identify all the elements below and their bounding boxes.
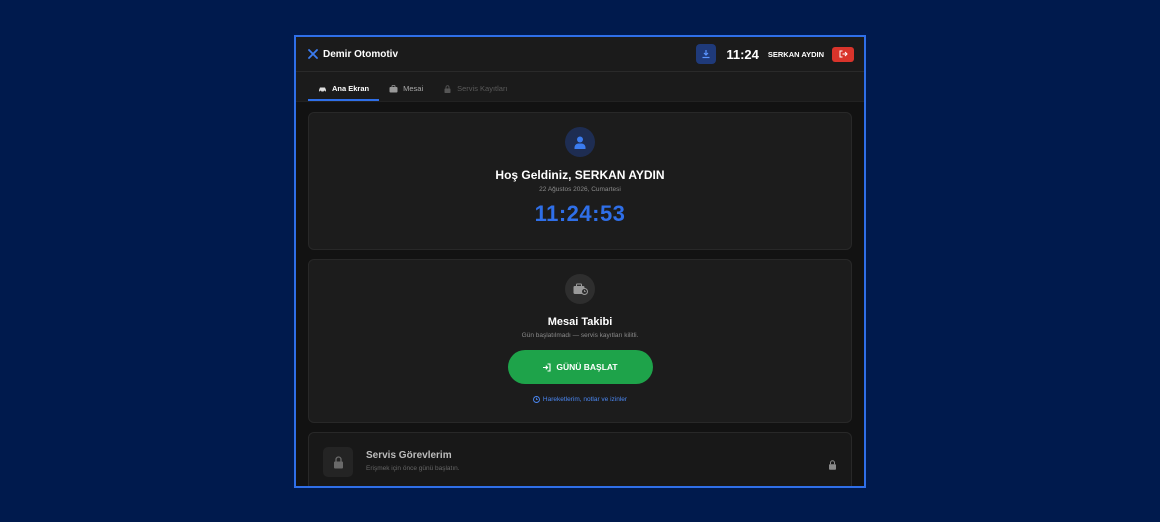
start-day-label: GÜNÜ BAŞLAT — [556, 362, 618, 372]
current-date: 22 Ağustos 2026, Cumartesi — [539, 186, 621, 193]
app-window: Demir Otomotiv 11:24 SERKAN AYDIN Ana Ek… — [294, 35, 866, 488]
lock-icon — [829, 460, 836, 470]
briefcase-clock-icon — [573, 283, 588, 295]
lock-icon — [444, 84, 451, 93]
tab-bar: Ana Ekran Mesai Servis Kayıtları — [296, 72, 864, 102]
brand-name: Demir Otomotiv — [323, 48, 399, 60]
service-tasks-card: Servis Görevlerim Erişmek için önce günü… — [308, 432, 852, 486]
car-icon — [319, 87, 326, 92]
tab-servis-kayitlari: Servis Kayıtları — [433, 84, 517, 101]
sign-in-icon — [543, 362, 551, 372]
user-name: SERKAN AYDIN — [767, 49, 824, 59]
service-text: Servis Görevlerim Erişmek için önce günü… — [366, 450, 460, 472]
avatar — [565, 127, 595, 157]
briefcase-icon — [389, 84, 398, 92]
shift-status: Gün başlatılmadı — servis kayıtları kili… — [521, 332, 639, 339]
history-icon — [532, 396, 540, 403]
brand: Demir Otomotiv — [308, 49, 398, 60]
lock-icon — [333, 455, 343, 468]
download-button[interactable] — [696, 44, 717, 64]
history-link[interactable]: Hareketlerim, notlar ve izinler — [532, 396, 628, 403]
shift-card: Mesai Takibi Gün başlatılmadı — servis k… — [308, 259, 852, 423]
tab-ana-ekran[interactable]: Ana Ekran — [308, 84, 380, 101]
main-content: Hoş Geldiniz, SERKAN AYDIN 22 Ağustos 20… — [296, 102, 864, 486]
service-subtitle: Erişmek için önce günü başlatın. — [366, 465, 460, 472]
service-lock-box — [323, 447, 353, 477]
history-link-label: Hareketlerim, notlar ve izinler — [542, 396, 628, 403]
start-day-button[interactable]: GÜNÜ BAŞLAT — [507, 350, 653, 384]
tab-label: Ana Ekran — [332, 84, 370, 93]
live-clock: 11:24:53 — [534, 201, 626, 226]
top-bar: Demir Otomotiv 11:24 SERKAN AYDIN — [296, 37, 864, 72]
logout-icon — [839, 50, 848, 58]
shift-title: Mesai Takibi — [547, 316, 613, 328]
tab-label: Servis Kayıtları — [457, 84, 508, 93]
user-icon — [574, 136, 586, 149]
tab-mesai[interactable]: Mesai — [379, 84, 433, 101]
service-title: Servis Görevlerim — [366, 450, 452, 461]
tab-label: Mesai — [403, 84, 424, 93]
logout-button[interactable] — [832, 46, 854, 62]
download-icon — [702, 50, 710, 59]
welcome-card: Hoş Geldiniz, SERKAN AYDIN 22 Ağustos 20… — [308, 112, 852, 250]
welcome-title: Hoş Geldiniz, SERKAN AYDIN — [495, 168, 665, 182]
service-lock-indicator — [828, 457, 837, 475]
header-clock: 11:24 — [726, 46, 759, 62]
shift-icon-circle — [565, 274, 595, 304]
wrench-icon — [308, 49, 318, 59]
